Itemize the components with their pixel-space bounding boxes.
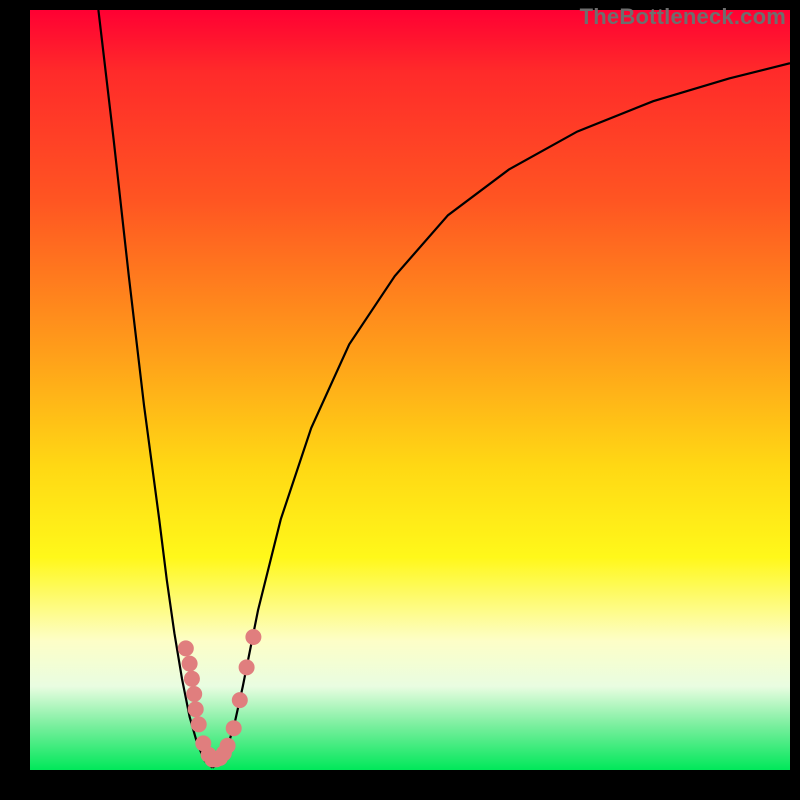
data-marker [191,716,207,732]
data-marker [182,656,198,672]
data-marker [188,701,204,717]
data-marker [232,692,248,708]
chart-frame: TheBottleneck.com [0,0,800,800]
data-marker [184,671,200,687]
data-marker [245,629,261,645]
marker-group [178,629,262,767]
data-marker [220,738,236,754]
data-marker [178,640,194,656]
data-marker [186,686,202,702]
watermark-text: TheBottleneck.com [580,4,786,30]
curve-right-path [212,63,790,768]
bottleneck-curve [30,10,790,770]
data-marker [239,659,255,675]
plot-area [30,10,790,770]
curve-left-path [98,10,212,768]
data-marker [226,720,242,736]
